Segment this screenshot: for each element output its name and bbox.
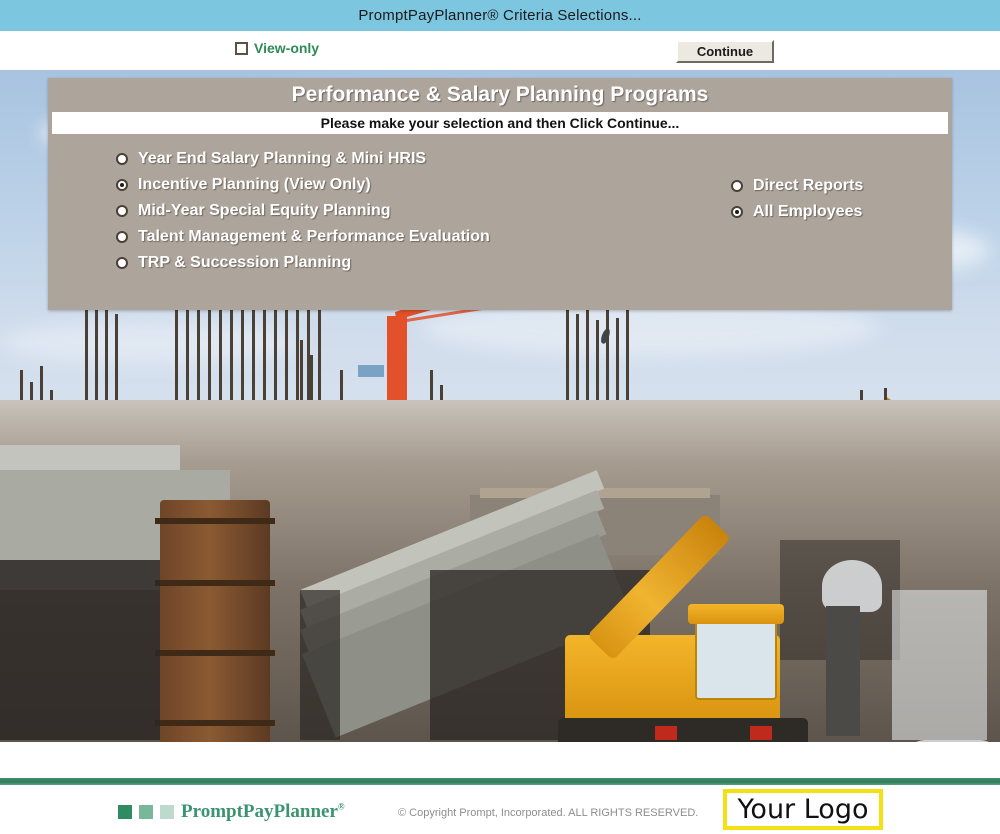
registered-mark-icon: ®	[337, 801, 345, 812]
panel-instruction: Please make your selection and then Clic…	[320, 115, 680, 131]
formwork-band	[155, 518, 275, 524]
program-option-talent-management[interactable]: Talent Management & Performance Evaluati…	[116, 224, 490, 250]
radio-icon[interactable]	[116, 153, 128, 165]
program-option-trp-succession-planning[interactable]: TRP & Succession Planning	[116, 250, 490, 276]
toolbar: View-only	[0, 31, 1000, 71]
excavator-taillight	[750, 726, 772, 740]
brand-name: PromptPayPlanner®	[181, 801, 345, 823]
scope-option-direct-reports[interactable]: Direct Reports	[731, 173, 863, 199]
selection-panel: Performance & Salary Planning Programs P…	[48, 78, 952, 310]
program-option-mid-year-special-equity-planning[interactable]: Mid-Year Special Equity Planning	[116, 198, 490, 224]
scope-radio-group: Direct Reports All Employees	[731, 173, 863, 225]
brand-name-text: PromptPayPlanner	[181, 801, 338, 822]
radio-icon[interactable]	[116, 231, 128, 243]
window-title: PromptPayPlanner® Criteria Selections...	[358, 7, 642, 24]
tower-crane-panel	[358, 365, 384, 377]
brand-swatch-icon	[139, 805, 153, 819]
column-formwork	[160, 500, 270, 742]
panel-body: Year End Salary Planning & Mini HRIS Inc…	[48, 134, 952, 310]
excavator-cab-roof	[688, 604, 784, 624]
radio-icon[interactable]	[731, 180, 743, 192]
formwork-band	[155, 720, 275, 726]
logo-placeholder-text: Your Logo	[737, 794, 869, 825]
program-option-label: Incentive Planning (View Only)	[138, 176, 371, 193]
excavator-taillight	[655, 726, 677, 740]
program-radio-group: Year End Salary Planning & Mini HRIS Inc…	[116, 146, 490, 276]
plastic-sheet	[892, 590, 987, 740]
debris-pile	[905, 740, 1000, 742]
scope-option-label: Direct Reports	[753, 177, 864, 194]
brand-swatch-icon	[160, 805, 174, 819]
program-option-label: TRP & Succession Planning	[138, 254, 352, 271]
scaffolding	[300, 590, 340, 740]
program-option-label: Year End Salary Planning & Mini HRIS	[138, 150, 427, 167]
panel-title: Performance & Salary Planning Programs	[291, 83, 709, 106]
view-only-checkbox[interactable]: View-only	[235, 40, 319, 56]
brand-swatch-icon	[118, 805, 132, 819]
cloud	[0, 320, 300, 364]
scaffolding	[0, 560, 160, 740]
scope-option-all-employees[interactable]: All Employees	[731, 199, 863, 225]
radio-icon[interactable]	[116, 257, 128, 269]
radio-icon-selected[interactable]	[116, 179, 128, 191]
post	[826, 606, 860, 736]
footer-divider	[0, 778, 1000, 785]
program-option-label: Mid-Year Special Equity Planning	[138, 202, 391, 219]
covered-equipment	[822, 560, 882, 612]
brand-logo: PromptPayPlanner®	[118, 801, 345, 823]
radio-icon[interactable]	[116, 205, 128, 217]
program-option-incentive-planning[interactable]: Incentive Planning (View Only)	[116, 172, 490, 198]
logo-placeholder-box: Your Logo	[723, 789, 883, 830]
view-only-label: View-only	[254, 40, 320, 56]
continue-button[interactable]: Continue	[676, 40, 774, 63]
formwork-band	[155, 580, 275, 586]
program-option-label: Talent Management & Performance Evaluati…	[138, 228, 490, 245]
checkbox-unchecked-icon[interactable]	[235, 41, 248, 55]
panel-instruction-bar: Please make your selection and then Clic…	[52, 112, 948, 134]
copyright-text: © Copyright Prompt, Incorporated. ALL RI…	[398, 807, 699, 819]
formwork-band	[155, 650, 275, 656]
scope-option-label: All Employees	[753, 203, 863, 220]
radio-icon-selected[interactable]	[731, 206, 743, 218]
program-option-year-end-salary-planning[interactable]: Year End Salary Planning & Mini HRIS	[116, 146, 490, 172]
window-titlebar: PromptPayPlanner® Criteria Selections...	[0, 0, 1000, 31]
